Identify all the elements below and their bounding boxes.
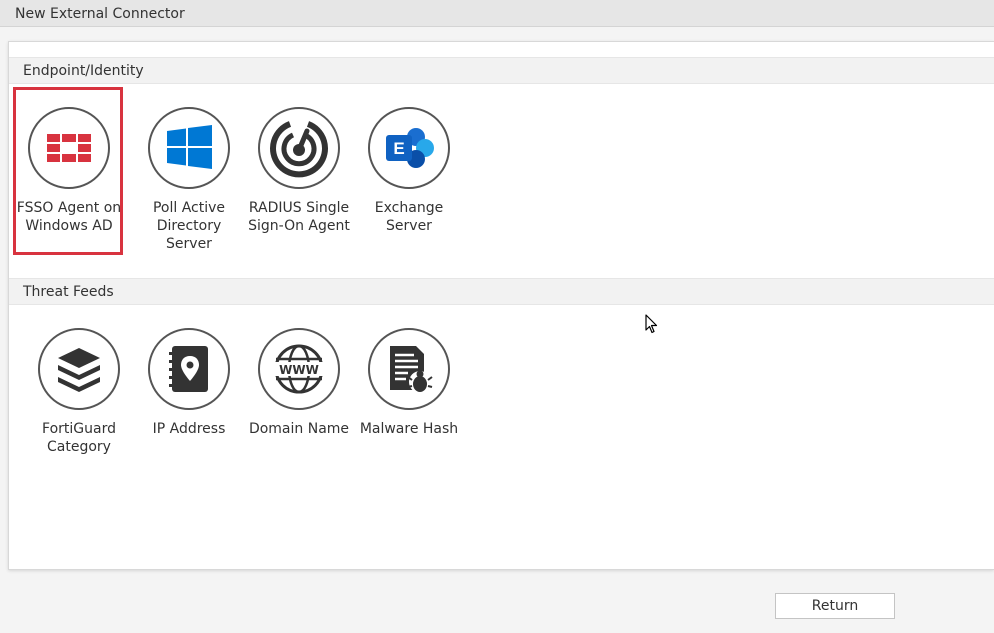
svg-text:WWW: WWW	[279, 363, 319, 377]
window-titlebar: New External Connector	[0, 0, 994, 27]
tile-domain-name[interactable]: WWW Domain Name	[243, 308, 353, 468]
address-book-pin-icon	[148, 328, 230, 410]
malware-document-bug-icon	[368, 328, 450, 410]
tile-poll-active-directory[interactable]: Poll Active Directory Server	[133, 87, 243, 252]
tile-label: Domain Name	[248, 421, 350, 437]
section-title: Endpoint/Identity	[23, 63, 144, 79]
tile-label: Exchange Server	[374, 200, 444, 234]
tile-label: Malware Hash	[359, 421, 459, 437]
tile-label: FSSO Agent on Windows AD	[16, 200, 122, 234]
connector-panel: Endpoint/Identity FSSO Agent on Windows …	[8, 41, 994, 570]
section-title: Threat Feeds	[23, 284, 114, 300]
fortinet-logo-icon	[28, 107, 110, 189]
tile-fsso-agent[interactable]: FSSO Agent on Windows AD	[13, 87, 123, 255]
tile-label: Poll Active Directory Server	[152, 200, 226, 252]
windows-logo-icon	[148, 107, 230, 189]
tile-exchange-server[interactable]: E Exchange Server	[353, 87, 463, 247]
window-title: New External Connector	[15, 6, 185, 22]
tile-fortiguard-category[interactable]: FortiGuard Category	[23, 308, 133, 468]
section-header-endpoint-identity: Endpoint/Identity	[9, 57, 994, 84]
tile-malware-hash[interactable]: Malware Hash	[353, 308, 463, 468]
stacked-layers-icon	[38, 328, 120, 410]
tile-radius-sso-agent[interactable]: RADIUS Single Sign-On Agent	[243, 87, 353, 247]
tile-ip-address[interactable]: IP Address	[133, 308, 243, 468]
tile-label: RADIUS Single Sign-On Agent	[248, 200, 350, 234]
svg-text:E: E	[393, 139, 404, 158]
tile-label: IP Address	[152, 421, 226, 437]
return-button[interactable]: Return	[775, 593, 895, 619]
section-header-threat-feeds: Threat Feeds	[9, 278, 994, 305]
mouse-pointer-icon	[645, 314, 658, 334]
tile-label: FortiGuard Category	[42, 421, 116, 455]
radius-sso-icon	[258, 107, 340, 189]
www-globe-icon: WWW	[258, 328, 340, 410]
exchange-logo-icon: E	[368, 107, 450, 189]
